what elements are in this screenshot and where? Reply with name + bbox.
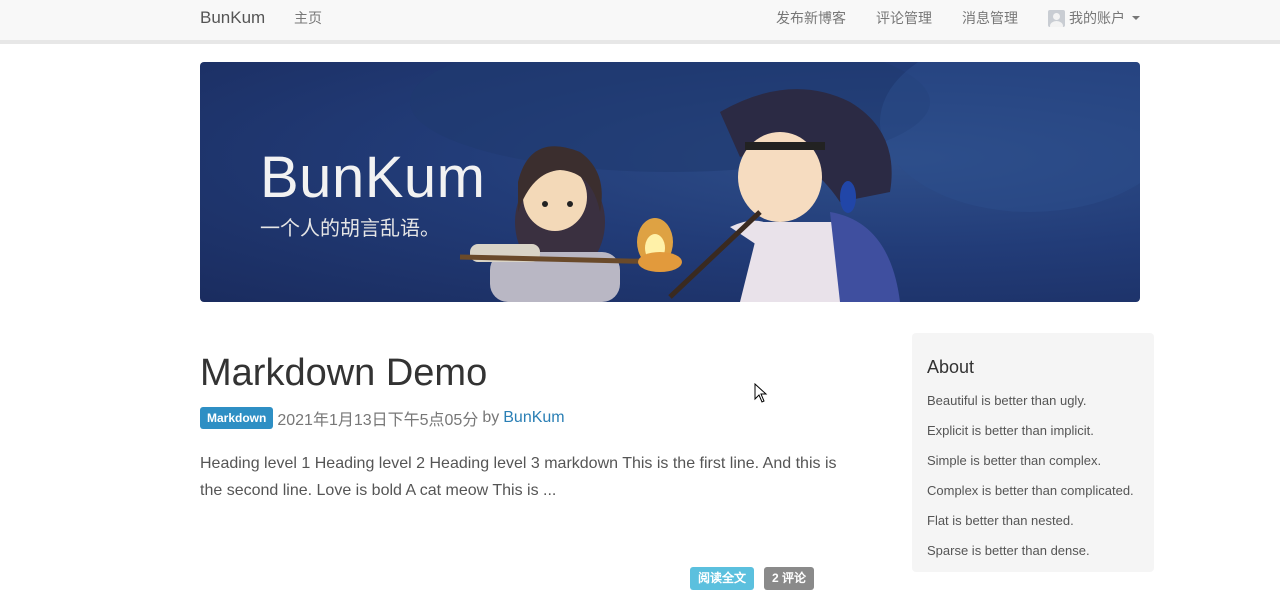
post-tag-badge[interactable]: Markdown	[200, 407, 274, 429]
comments-count-button[interactable]: 2 评论	[764, 567, 815, 590]
banner-subtitle: 一个人的胡言乱语。	[260, 218, 440, 240]
about-sidebar: About Beautiful is better than ugly. Exp…	[912, 333, 1154, 572]
list-item: Flat is better than nested.	[927, 513, 1074, 528]
list-item: Explicit is better than implicit.	[927, 423, 1094, 438]
post-by-label: by	[482, 409, 500, 426]
list-item: Beautiful is better than ugly.	[927, 393, 1087, 408]
banner-title: BunKum	[260, 145, 486, 210]
post-title[interactable]: Markdown Demo	[200, 352, 487, 395]
post-excerpt: Heading level 1 Heading level 2 Heading …	[200, 455, 837, 499]
post-date: 2021年1月13日下午5点05分	[277, 412, 479, 429]
avatar-icon	[1048, 9, 1065, 27]
header-banner: BunKum 一个人的胡言乱语。	[200, 62, 1140, 302]
nav-new-post-link[interactable]: 发布新博客	[776, 0, 846, 36]
sidebar-list: Beautiful is better than ugly. Explicit …	[927, 386, 1139, 566]
post-meta: Markdown 2021年1月13日下午5点05分 by BunKum	[200, 406, 565, 430]
list-item: Simple is better than complex.	[927, 453, 1102, 468]
list-item: Sparse is better than dense.	[927, 543, 1090, 558]
read-more-button[interactable]: 阅读全文	[690, 567, 755, 590]
caret-down-icon	[1132, 16, 1140, 20]
account-dropdown[interactable]: 我的账户	[1048, 8, 1140, 28]
account-label: 我的账户	[1069, 10, 1125, 26]
nav-home-link[interactable]: 主页	[294, 0, 322, 36]
nav-messages-admin-link[interactable]: 消息管理	[962, 0, 1018, 36]
list-item: Complex is better than complicated.	[927, 483, 1134, 498]
sidebar-heading: About	[927, 357, 975, 377]
mouse-cursor-icon	[754, 383, 768, 403]
post-author-link[interactable]: BunKum	[503, 409, 564, 427]
nav-right-group: 发布新博客 评论管理 消息管理 我的账户	[776, 0, 1140, 36]
nav-comments-admin-link[interactable]: 评论管理	[876, 0, 932, 36]
brand-link[interactable]: BunKum	[200, 0, 265, 36]
top-navbar: BunKum 主页 发布新博客 评论管理 消息管理 我的账户	[0, 0, 1280, 44]
